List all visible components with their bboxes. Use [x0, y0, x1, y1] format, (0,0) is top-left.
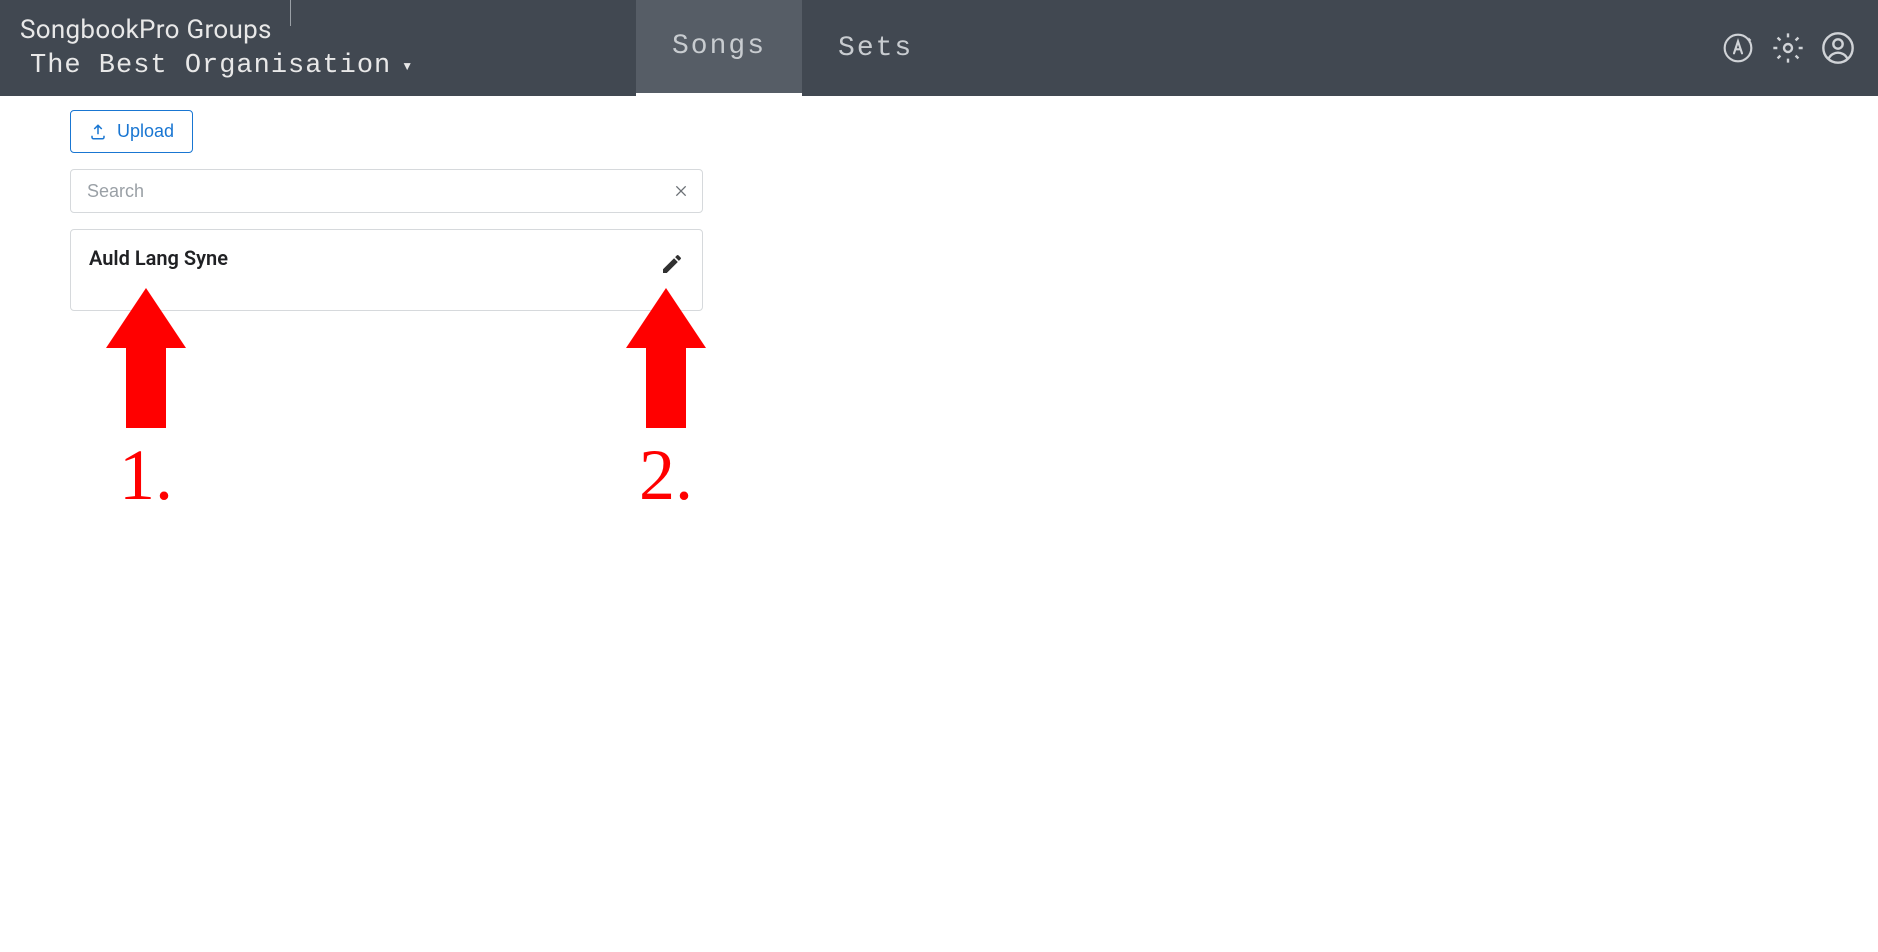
account-icon[interactable]	[1822, 32, 1854, 64]
header-icons	[1722, 0, 1854, 96]
upload-label: Upload	[117, 121, 174, 142]
title-divider	[290, 0, 291, 26]
clear-search-button[interactable]	[671, 181, 691, 201]
tab-songs[interactable]: Songs	[636, 0, 802, 96]
refresh-a-icon[interactable]	[1722, 32, 1754, 64]
org-name: The Best Organisation	[30, 51, 391, 81]
tab-label: Sets	[838, 33, 913, 64]
upload-icon	[89, 123, 107, 141]
search-input[interactable]	[70, 169, 703, 213]
upload-button[interactable]: Upload	[70, 110, 193, 153]
song-title: Auld Lang Syne	[89, 246, 228, 270]
caret-down-icon: ▼	[401, 59, 413, 73]
app-title: SongbookPro Groups	[20, 15, 272, 45]
annotation-label-1: 1.	[119, 434, 173, 517]
tab-label: Songs	[672, 31, 766, 62]
arrow-stem	[646, 348, 686, 428]
org-selector[interactable]: The Best Organisation ▼	[20, 51, 413, 81]
arrow-up-icon	[106, 288, 186, 348]
app-title-row: SongbookPro Groups	[20, 15, 413, 45]
close-icon	[673, 183, 689, 199]
tab-sets[interactable]: Sets	[802, 0, 949, 96]
gear-icon[interactable]	[1772, 32, 1804, 64]
edit-song-button[interactable]	[660, 252, 684, 276]
pencil-icon	[660, 252, 684, 276]
arrow-stem	[126, 348, 166, 428]
annotation-2: 2.	[626, 288, 706, 517]
annotation-label-2: 2.	[639, 434, 693, 517]
header-left: SongbookPro Groups The Best Organisation…	[0, 15, 413, 81]
arrow-up-icon	[626, 288, 706, 348]
content-area: Upload Auld Lang Syne	[0, 96, 710, 311]
app-header: SongbookPro Groups The Best Organisation…	[0, 0, 1878, 96]
tabs: Songs Sets	[636, 0, 949, 96]
annotation-1: 1.	[106, 288, 186, 517]
search-wrapper	[70, 169, 703, 213]
